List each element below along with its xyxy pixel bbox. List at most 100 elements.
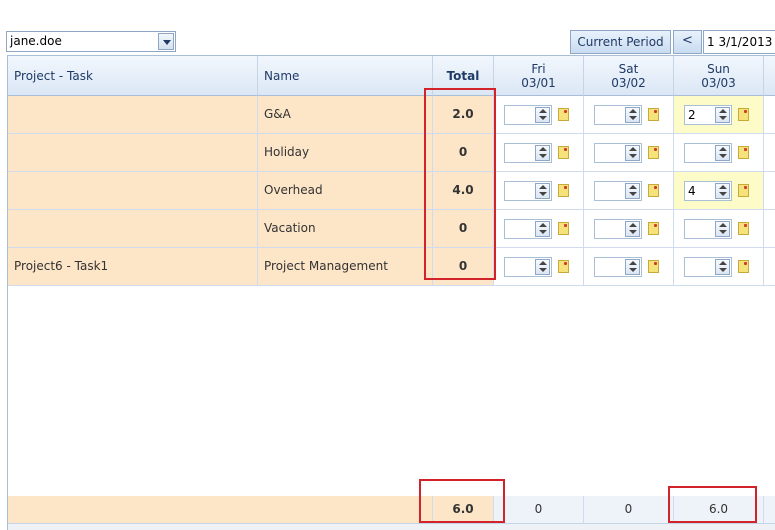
timesheet-grid: Project - Task Name Total Fri 03/01 Sat … [7,55,775,530]
task-name-label: Vacation [264,221,316,235]
note-icon[interactable] [738,260,749,273]
hours-spinner-input[interactable] [504,105,552,125]
column-header-day-partial [764,56,775,96]
day-total: 0 [494,496,584,523]
spinner-arrows-icon[interactable] [625,145,640,161]
day-name: Fri [531,62,546,76]
time-entry-cell [584,210,674,248]
time-entry-cell [674,210,764,248]
row-name-cell: Holiday [258,134,433,172]
time-entry-cell-partial [764,134,775,172]
spinner-arrows-icon[interactable] [715,183,730,199]
spinner-arrows-icon[interactable] [625,259,640,275]
row-project-task-cell [8,134,258,172]
row-name-cell: G&A [258,96,433,134]
column-header-day[interactable]: Fri 03/01 [494,56,584,96]
time-entry-cell-partial [764,172,775,210]
day-name: Sun [707,62,730,76]
horizontal-scrollbar[interactable] [8,523,775,530]
column-header-day-label: Sat 03/02 [584,62,673,90]
note-icon[interactable] [648,146,659,159]
hours-spinner-input[interactable] [684,257,732,277]
row-name-cell: Project Management [258,248,433,286]
time-entry-cell [584,134,674,172]
note-icon[interactable] [738,222,749,235]
spinner-arrows-icon[interactable] [535,145,550,161]
time-entry-cell-partial [764,210,775,248]
totals-row: 6.0 0 0 6.0 [8,496,775,523]
day-total: 0 [584,496,674,523]
spinner-arrows-icon[interactable] [625,221,640,237]
time-entry-cell [494,248,584,286]
row-total-cell: 4.0 [433,172,494,210]
spinner-arrows-icon[interactable] [715,107,730,123]
column-header-name[interactable]: Name [258,56,433,96]
row-name-cell: Vacation [258,210,433,248]
timesheet-rows: G&A 2.0 2 Holiday 0 Overhead 4.0 4 Vacation 0 Proj… [8,96,775,286]
row-project-task-cell [8,96,258,134]
column-header-project-task[interactable]: Project - Task [8,56,258,96]
time-entry-cell [494,96,584,134]
hours-spinner-input[interactable] [594,105,642,125]
note-icon[interactable] [558,108,569,121]
hours-value: 4 [688,184,696,198]
column-header-label: Total [446,69,480,83]
spinner-arrows-icon[interactable] [535,259,550,275]
spinner-arrows-icon[interactable] [625,183,640,199]
time-entry-cell: 4 [674,172,764,210]
column-header-total[interactable]: Total [433,56,494,96]
chevron-down-icon[interactable] [158,33,174,50]
hours-spinner-input[interactable] [684,219,732,239]
row-total-cell: 2.0 [433,96,494,134]
row-name-cell: Overhead [258,172,433,210]
spinner-arrows-icon[interactable] [535,107,550,123]
spinner-arrows-icon[interactable] [535,221,550,237]
hours-spinner-input[interactable] [504,181,552,201]
time-entry-cell: 2 [674,96,764,134]
hours-spinner-input[interactable] [504,143,552,163]
hours-spinner-input[interactable] [594,143,642,163]
current-period-button[interactable]: Current Period [570,30,671,54]
row-project-task-cell [8,172,258,210]
row-total-value: 0 [458,145,468,159]
hours-spinner-input[interactable] [504,219,552,239]
note-icon[interactable] [558,146,569,159]
user-select[interactable]: jane.doe [6,31,176,52]
column-header-day[interactable]: Sat 03/02 [584,56,674,96]
hours-spinner-input[interactable]: 4 [684,181,732,201]
hours-spinner-input[interactable]: 2 [684,105,732,125]
note-icon[interactable] [648,108,659,121]
note-icon[interactable] [738,108,749,121]
spinner-arrows-icon[interactable] [535,183,550,199]
note-icon[interactable] [648,222,659,235]
time-entry-cell-partial [764,96,775,134]
task-name-label: Holiday [264,145,310,159]
hours-spinner-input[interactable] [504,257,552,277]
hours-spinner-input[interactable] [594,219,642,239]
task-name-label: Project Management [264,259,388,273]
hours-spinner-input[interactable] [594,181,642,201]
row-total-cell: 0 [433,210,494,248]
hours-spinner-input[interactable] [594,257,642,277]
spinner-arrows-icon[interactable] [715,259,730,275]
totals-label-cell [8,496,433,523]
day-name: Sat [618,62,639,76]
spinner-arrows-icon[interactable] [715,221,730,237]
note-icon[interactable] [558,222,569,235]
note-icon[interactable] [648,184,659,197]
spinner-arrows-icon[interactable] [625,107,640,123]
note-icon[interactable] [648,260,659,273]
column-header-day[interactable]: Sun 03/03 [674,56,764,96]
note-icon[interactable] [558,260,569,273]
note-icon[interactable] [738,146,749,159]
note-icon[interactable] [558,184,569,197]
row-total-value: 0 [458,221,468,235]
task-name-label: G&A [264,107,291,121]
spinner-arrows-icon[interactable] [715,145,730,161]
note-icon[interactable] [738,184,749,197]
grand-total: 6.0 [433,496,494,523]
hours-spinner-input[interactable] [684,143,732,163]
column-header-day-label: Fri 03/01 [494,62,583,90]
period-range-field[interactable]: 1 3/1/2013 - [703,30,775,54]
previous-period-button[interactable]: < [673,30,702,54]
